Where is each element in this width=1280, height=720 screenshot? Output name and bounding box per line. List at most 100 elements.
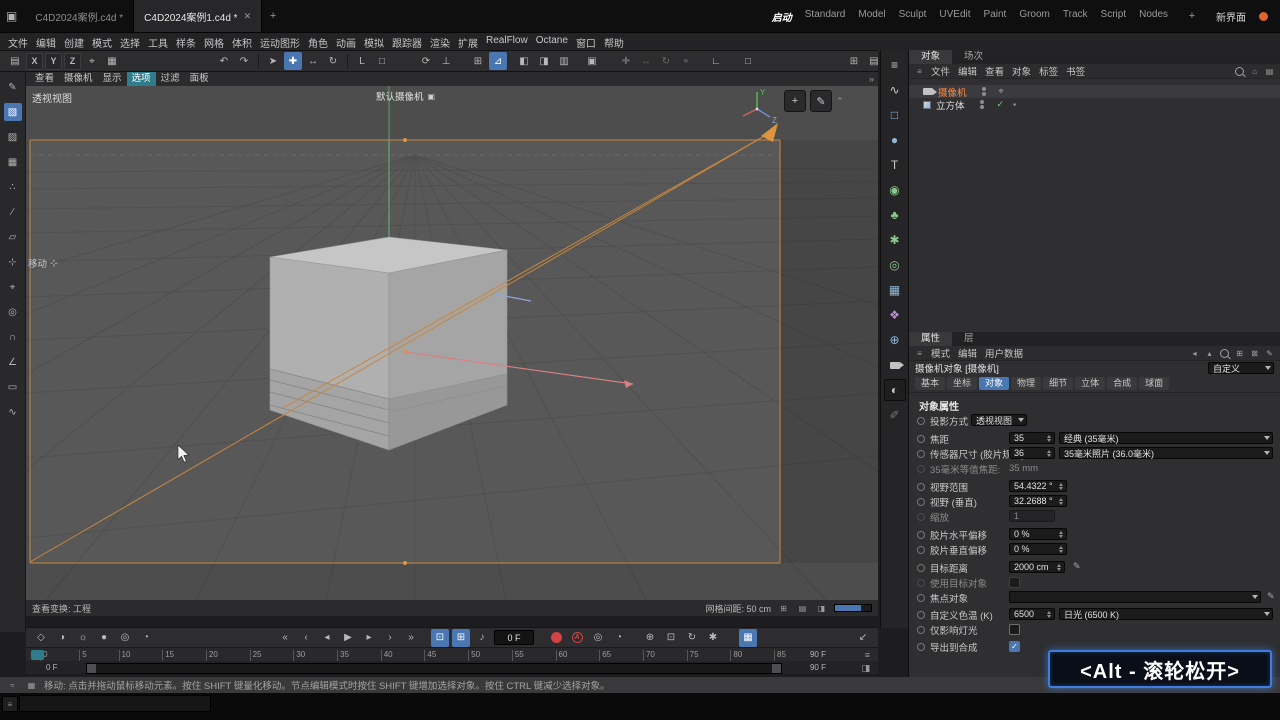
grid-view-icon[interactable]: ⊞ <box>1233 347 1246 359</box>
menu-6[interactable]: 样条 <box>172 35 200 50</box>
key-toggle-icon[interactable] <box>917 530 925 539</box>
play-button[interactable]: ▶ <box>339 629 357 647</box>
goto-start-button[interactable]: « <box>276 629 294 647</box>
close-tab-icon[interactable]: ✕ <box>244 11 252 22</box>
object-menu-3[interactable]: 对象 <box>1008 64 1035 78</box>
menu-7[interactable]: 网格 <box>200 35 228 50</box>
attribute-tab-0[interactable]: 基本 <box>915 377 946 390</box>
quantize-icon[interactable]: ∠ <box>4 353 22 371</box>
cube-primitive-icon[interactable]: □ <box>884 104 906 126</box>
phong-tag-icon[interactable]: ▪ <box>1013 100 1016 109</box>
viewport-menu-0[interactable]: 查看 <box>30 72 59 86</box>
text-object-icon[interactable]: T <box>884 154 906 176</box>
search-icon[interactable] <box>1218 347 1231 359</box>
axis-anchor-icon[interactable]: ⊥ <box>437 52 455 70</box>
object-manager-tab-0[interactable]: 对象 <box>909 50 953 64</box>
viewport-menu-3[interactable]: 选项 <box>126 72 156 86</box>
object-row-cube[interactable]: 立方体 ✓ ▪ <box>909 98 1280 112</box>
panel-layout-icon[interactable]: ▤ <box>1263 65 1276 77</box>
enable-snap-icon[interactable]: ∩ <box>4 328 22 346</box>
add-layout-button[interactable]: + <box>1181 10 1203 22</box>
tweak-mode-icon[interactable]: ⊹ <box>4 253 22 271</box>
record-position-button[interactable]: ⊕ <box>641 629 659 647</box>
spline-pen-icon[interactable]: ∿ <box>884 79 906 101</box>
key-toggle-icon[interactable] <box>917 610 925 619</box>
reset-psr-icon[interactable]: ⟳ <box>417 52 435 70</box>
edit-icon[interactable]: ✎ <box>1263 347 1276 359</box>
attribute-tab-2[interactable]: 对象 <box>979 377 1010 390</box>
team-render-icon[interactable]: ▣ <box>583 52 601 70</box>
object-menu-2[interactable]: 查看 <box>981 64 1008 78</box>
projection-dropdown[interactable]: 透视视图 <box>971 414 1027 426</box>
menu-2[interactable]: 创建 <box>60 35 88 50</box>
viewport-canvas[interactable]: Y Z 透视视图 默认摄像机 ▣ 移动 ⊹ + ✎ ⌃ <box>26 86 878 600</box>
workplane-lock-icon[interactable]: ▭ <box>4 378 22 396</box>
measure-tool-icon[interactable]: ∟ <box>707 52 725 70</box>
record-parameter-button[interactable]: ✱ <box>704 629 722 647</box>
last-tool-icon[interactable]: L <box>353 52 371 70</box>
range-end-handle[interactable] <box>772 664 781 673</box>
film-offset-x-field[interactable]: 0 % <box>1009 528 1067 540</box>
keyframe-presets-button[interactable]: ▦ <box>739 628 757 647</box>
new-ui-button[interactable]: 新界面 <box>1216 9 1246 24</box>
goto-end-button[interactable]: » <box>402 629 420 647</box>
menu-18[interactable]: 窗口 <box>572 35 600 50</box>
menu-13[interactable]: 跟踪器 <box>388 35 426 50</box>
panel-menu-icon[interactable]: ≡ <box>913 65 926 77</box>
attribute-manager-tab-0[interactable]: 属性 <box>909 332 953 346</box>
key-toggle-icon[interactable] <box>917 545 925 554</box>
time-mode-button[interactable]: ◔ <box>610 629 628 647</box>
focal-preset-dropdown[interactable]: 经典 (35毫米) <box>1059 432 1273 444</box>
next-frame-button[interactable]: ▸ <box>360 629 378 647</box>
viewport-menu-5[interactable]: 面板 <box>185 72 214 86</box>
preset-dropdown[interactable]: 自定义 <box>1208 362 1274 374</box>
range-menu-icon[interactable]: ◨ <box>861 663 870 674</box>
pick-object-icon[interactable]: ✎ <box>1267 591 1275 602</box>
mograph-object-icon[interactable]: ❖ <box>884 304 906 326</box>
previous-frame-button[interactable]: ◂ <box>318 629 336 647</box>
menu-19[interactable]: 帮助 <box>600 35 628 50</box>
attribute-tab-4[interactable]: 细节 <box>1043 377 1074 390</box>
annotate-pen-button[interactable]: ✎ <box>810 90 832 112</box>
menu-1[interactable]: 编辑 <box>32 35 60 50</box>
timeline-menu-icon[interactable]: ≡ <box>865 650 870 660</box>
sound-toggle-button[interactable]: ♪ <box>473 629 491 647</box>
pick-distance-icon[interactable]: ✎ <box>1073 561 1081 572</box>
key-toggle-icon[interactable] <box>917 642 925 651</box>
key-toggle-icon[interactable] <box>917 593 925 602</box>
workplane-icon[interactable]: ▦ <box>103 52 121 70</box>
record-keyframe-button[interactable] <box>547 629 565 647</box>
fcurve-window-button[interactable]: ↙ <box>854 629 872 647</box>
view-grid-icon[interactable]: ⊞ <box>845 52 863 70</box>
enabled-check-icon[interactable]: ✓ <box>997 99 1005 110</box>
keyframe-selection-icon[interactable]: ◎ <box>116 629 134 647</box>
layout-tab-3[interactable]: Sculpt <box>899 9 927 24</box>
film-offset-y-field[interactable]: 0 % <box>1009 543 1067 555</box>
texture-mode-icon[interactable]: ▨ <box>4 128 22 146</box>
autokey-button[interactable]: A <box>568 629 586 647</box>
menu-9[interactable]: 运动图形 <box>256 35 304 50</box>
menu-11[interactable]: 动画 <box>332 35 360 50</box>
menu-3[interactable]: 模式 <box>88 35 116 50</box>
solo-animation-icon[interactable]: ☼ <box>74 629 92 647</box>
point-mode-icon[interactable]: ∴ <box>4 178 22 196</box>
menu-12[interactable]: 模拟 <box>360 35 388 50</box>
key-toggle-icon[interactable] <box>917 497 925 506</box>
keyframe-mode-icon[interactable]: ◇ <box>32 629 50 647</box>
z-axis-lock-button[interactable]: Z <box>64 52 81 70</box>
workplane-mode-icon[interactable]: ▦ <box>4 153 22 171</box>
record-rotation-button[interactable]: ↻ <box>683 629 701 647</box>
modeling-axis-icon[interactable]: □ <box>373 52 391 70</box>
deformer-icon[interactable]: ✱ <box>884 229 906 251</box>
fov-vertical-field[interactable]: 32.2688 ° <box>1009 495 1067 507</box>
object-menu-0[interactable]: 文件 <box>927 64 954 78</box>
viewport-menu-2[interactable]: 显示 <box>98 72 127 86</box>
layout-tab-7[interactable]: Track <box>1063 9 1088 24</box>
layout-tab-1[interactable]: Standard <box>805 9 846 24</box>
pla-mode-icon[interactable]: ◔ <box>137 629 155 647</box>
lights-only-checkbox[interactable] <box>1009 624 1020 635</box>
palette-menu-icon[interactable]: ≡ <box>884 54 906 76</box>
menu-0[interactable]: 文件 <box>4 35 32 50</box>
layout-tab-0[interactable]: 启动 <box>772 9 792 24</box>
range-start-handle[interactable] <box>87 664 96 673</box>
